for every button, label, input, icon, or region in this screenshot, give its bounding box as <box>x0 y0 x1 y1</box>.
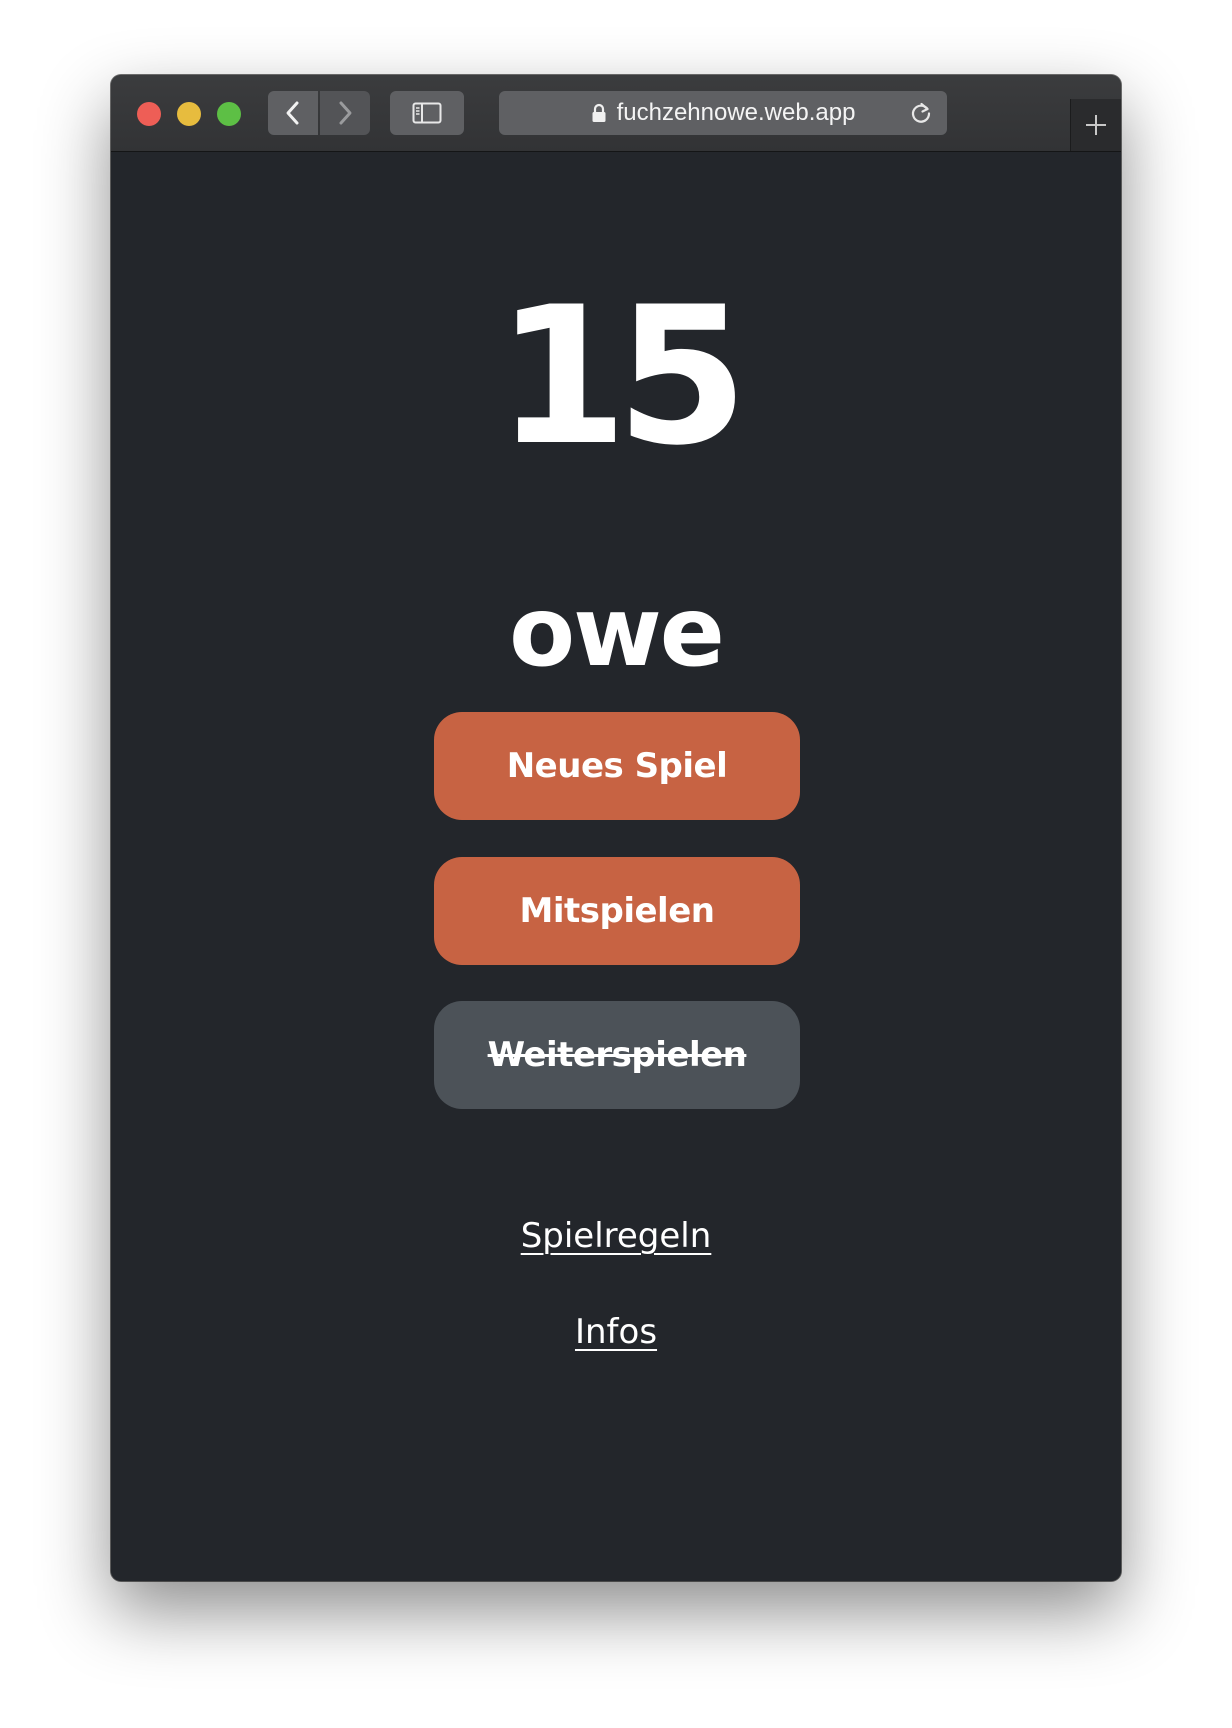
address-bar[interactable]: fuchzehnowe.web.app <box>499 91 947 135</box>
sidebar-toggle-button[interactable] <box>390 91 464 135</box>
browser-window: fuchzehnowe.web.app 15 owe Neues Spiel M… <box>111 75 1121 1581</box>
new-tab-button[interactable] <box>1070 99 1121 151</box>
logo-number: 15 <box>495 266 748 487</box>
back-button[interactable] <box>268 91 318 135</box>
rules-link[interactable]: Spielregeln <box>111 1216 1121 1256</box>
url-text: fuchzehnowe.web.app <box>616 99 856 126</box>
infos-link[interactable]: Infos <box>111 1312 1121 1352</box>
logo-word: owe <box>509 576 725 688</box>
browser-toolbar: fuchzehnowe.web.app <box>111 75 1121 152</box>
new-game-button[interactable]: Neues Spiel <box>434 712 800 820</box>
close-window-button[interactable] <box>137 102 161 126</box>
chevron-left-icon <box>286 101 299 125</box>
sidebar-icon <box>412 102 442 124</box>
chevron-right-icon <box>339 101 352 125</box>
minimize-window-button[interactable] <box>177 102 201 126</box>
page-content: 15 owe Neues Spiel Mitspielen Weiterspie… <box>111 152 1121 1581</box>
plus-icon <box>1086 115 1106 135</box>
forward-button[interactable] <box>320 91 370 135</box>
continue-game-button: Weiterspielen <box>434 1001 800 1109</box>
reload-icon[interactable] <box>907 99 935 127</box>
lock-icon <box>591 103 607 123</box>
join-game-button[interactable]: Mitspielen <box>434 857 800 965</box>
maximize-window-button[interactable] <box>217 102 241 126</box>
navigation-buttons <box>268 91 370 135</box>
